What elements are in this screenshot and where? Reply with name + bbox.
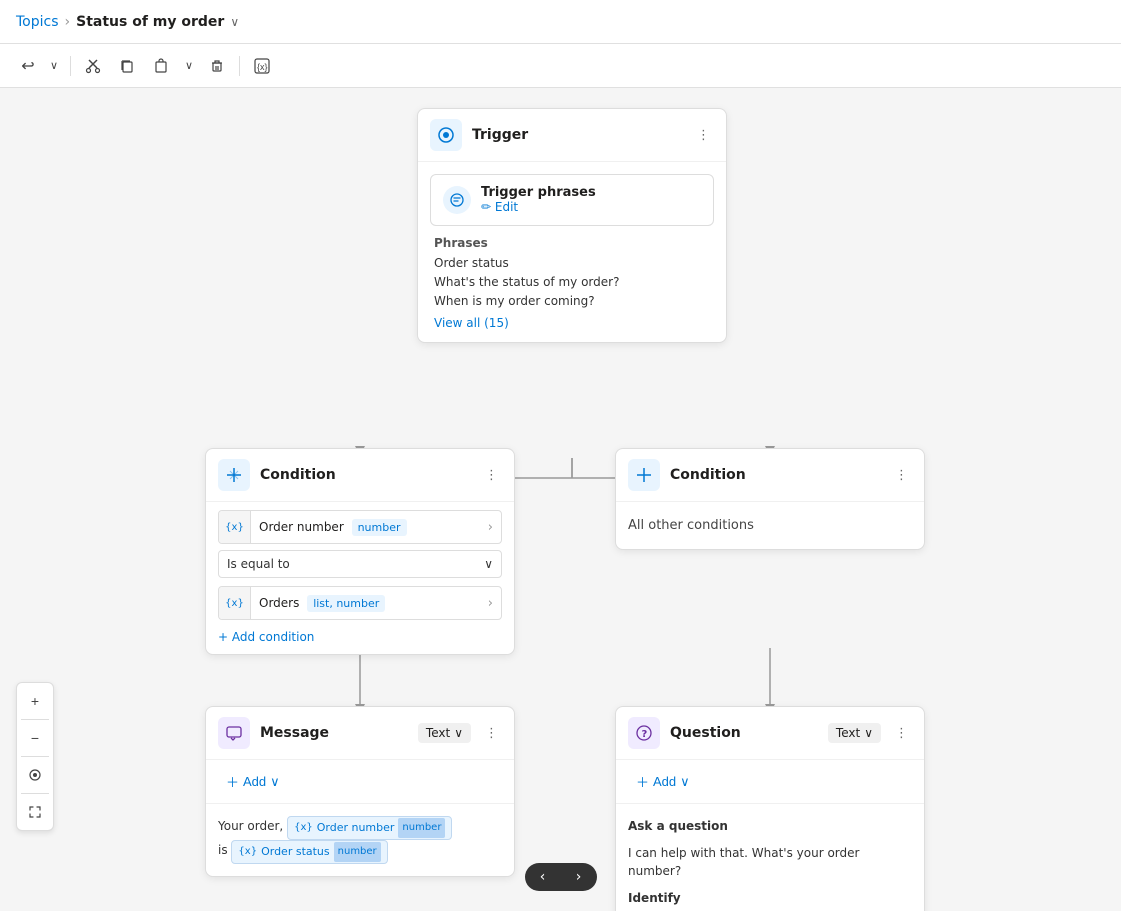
question-menu-button[interactable]: ⋮ [891,722,912,745]
condition-var-tag-1: number [352,519,407,536]
top-bar: Topics › Status of my order ∨ [0,0,1121,44]
breadcrumb-chevron-icon[interactable]: ∨ [230,15,239,29]
condition-left-header: Condition ⋮ [206,449,514,502]
question-subheader: ＋ Add ∨ [616,760,924,804]
zoom-in-button[interactable]: + [21,687,49,715]
breadcrumb-separator: › [65,14,71,30]
phrase-2: What's the status of my order? [434,273,710,292]
message-menu-button[interactable]: ⋮ [481,722,502,745]
trigger-content: Trigger phrases ✏ Edit Phrases Order sta… [418,162,726,342]
zoom-fit-button[interactable] [21,798,49,826]
zoom-reset-button[interactable] [21,761,49,789]
breadcrumb: Topics › Status of my order ∨ [16,14,239,30]
trigger-phrases-box: Trigger phrases ✏ Edit [430,174,714,226]
message-icon [218,717,250,749]
trigger-phrases-edit-link[interactable]: ✏ Edit [481,200,518,214]
svg-text:?: ? [642,729,648,740]
condition-right-icon [628,459,660,491]
view-all-link[interactable]: View all (15) [434,316,710,330]
condition-row-1: {x} Order number number › [218,510,502,544]
condition-row-arrow-1: › [480,520,501,535]
toolbar: ↩ ∨ ∨ {x} [0,44,1121,88]
zoom-controls: + − [16,682,54,831]
nav-prev-button[interactable]: ‹ [525,863,561,891]
condition-left-title: Condition [260,467,471,483]
ask-question-label: Ask a question [628,816,912,838]
trigger-menu-button[interactable]: ⋮ [693,124,714,147]
trigger-node: Trigger ⋮ Trigger phrases ✏ Edit Phrases… [417,108,727,343]
message-subheader: ＋ Add ∨ [206,760,514,804]
paste-dropdown-button[interactable]: ∨ [179,50,199,82]
question-text-badge[interactable]: Text ∨ [828,723,881,743]
phrase-3: When is my order coming? [434,292,710,311]
message-text-badge[interactable]: Text ∨ [418,723,471,743]
paste-button[interactable] [145,50,177,82]
phrase-1: Order status [434,254,710,273]
copy-button[interactable] [111,50,143,82]
trigger-phrases-right: Trigger phrases ✏ Edit [481,185,701,215]
undo-group: ↩ ∨ [12,50,64,82]
message-mid: is [218,843,228,857]
condition-left-menu-button[interactable]: ⋮ [481,464,502,487]
toolbar-separator-2 [239,56,240,76]
trigger-phrases-icon [443,186,471,214]
phrases-label: Phrases [434,236,710,250]
condition-left-icon [218,459,250,491]
message-content: Your order, {x} Order number number is {… [206,804,514,876]
question-node: ? Question Text ∨ ⋮ ＋ Add ∨ Ask a questi… [615,706,925,911]
zoom-separator-2 [21,756,49,757]
condition-operator-dropdown[interactable]: Is equal to ∨ [218,550,502,578]
undo-button[interactable]: ↩ [12,50,44,82]
condition-row-arrow-2: › [480,596,501,611]
zoom-separator-3 [21,793,49,794]
condition-right-title: Condition [670,467,881,483]
phrases-list: Order status What's the status of my ord… [434,254,710,312]
trigger-icon [430,119,462,151]
message-add-button[interactable]: ＋ Add ∨ [218,768,288,795]
question-title: Question [670,725,818,741]
canvas: Trigger ⋮ Trigger phrases ✏ Edit Phrases… [0,88,1121,911]
zoom-out-button[interactable]: − [21,724,49,752]
condition-var-tag-2: list, number [307,595,385,612]
condition-left-node: Condition ⋮ {x} Order number number › Is… [205,448,515,655]
message-node-header: Message Text ∨ ⋮ [206,707,514,760]
condition-var-label-2: Orders list, number [251,590,480,616]
question-add-button[interactable]: ＋ Add ∨ [628,768,698,795]
phrases-section: Phrases Order status What's the status o… [430,236,714,330]
message-node: Message Text ∨ ⋮ ＋ Add ∨ Your order, {x}… [205,706,515,877]
condition-right-menu-button[interactable]: ⋮ [891,464,912,487]
add-condition-button[interactable]: + Add condition [206,620,514,654]
condition-var-label-1: Order number number [251,514,480,540]
identify-label: Identify [628,888,912,910]
nav-toggle: ‹ › [525,863,597,891]
condition-row-2: {x} Orders list, number › [218,586,502,620]
message-var-2: {x} Order status number [231,840,387,864]
condition-var-icon-1: {x} [219,511,251,543]
svg-text:{x}: {x} [257,62,268,72]
message-prefix: Your order, [218,819,283,833]
all-other-conditions: All other conditions [616,502,924,549]
condition-right-node: Condition ⋮ All other conditions [615,448,925,550]
cut-button[interactable] [77,50,109,82]
variable-button[interactable]: {x} [246,50,278,82]
breadcrumb-current: Status of my order [76,14,224,30]
message-title: Message [260,725,408,741]
toolbar-separator-1 [70,56,71,76]
question-text: I can help with that. What's your order … [628,844,912,880]
condition-var-icon-2: {x} [219,587,251,619]
undo-dropdown-button[interactable]: ∨ [44,50,64,82]
breadcrumb-topics[interactable]: Topics [16,14,59,30]
nav-next-button[interactable]: › [561,863,597,891]
zoom-separator [21,719,49,720]
delete-button[interactable] [201,50,233,82]
trigger-phrases-title: Trigger phrases [481,185,701,200]
condition-right-header: Condition ⋮ [616,449,924,502]
message-var-1: {x} Order number number [287,816,452,840]
trigger-title: Trigger [472,127,683,143]
question-content: Ask a question I can help with that. Wha… [616,804,924,911]
question-node-header: ? Question Text ∨ ⋮ [616,707,924,760]
trigger-node-header: Trigger ⋮ [418,109,726,162]
question-icon: ? [628,717,660,749]
